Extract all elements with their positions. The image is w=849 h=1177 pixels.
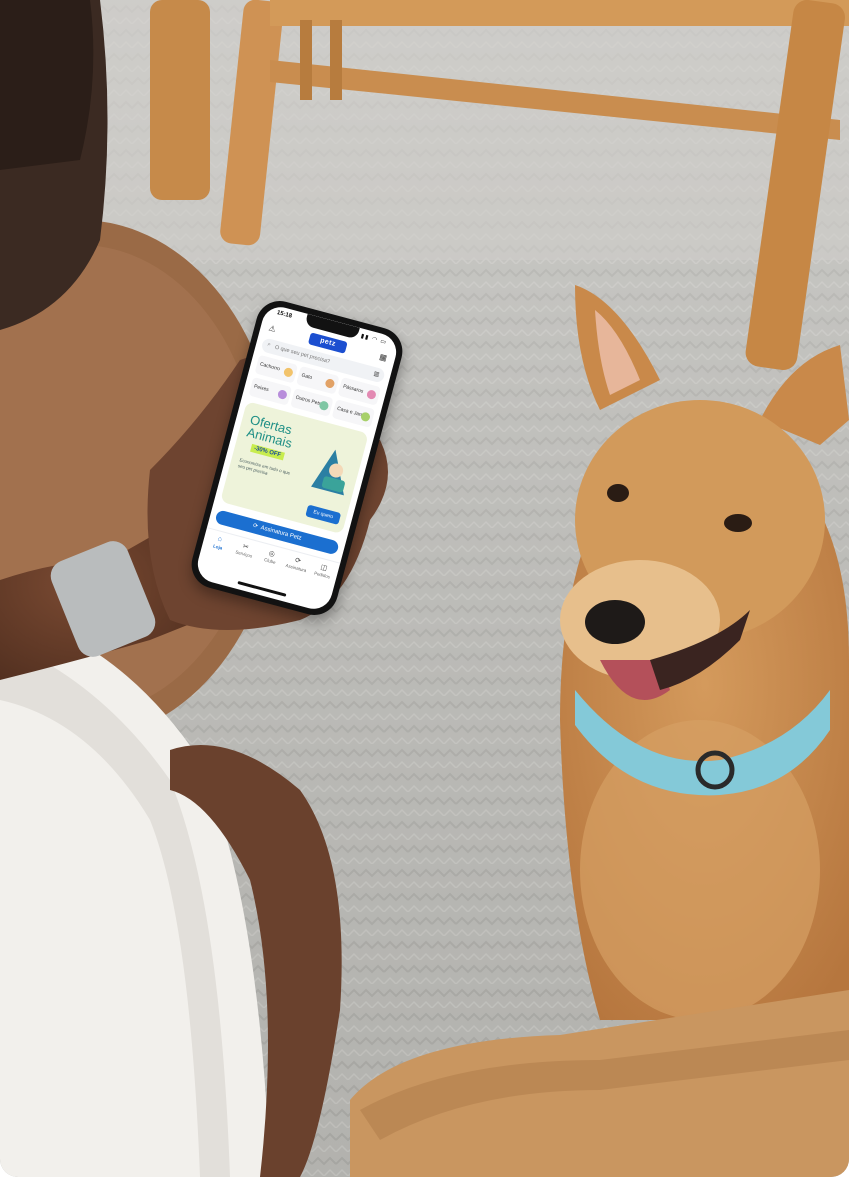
warning-icon[interactable]: ⚠ [268,323,277,334]
banner-subtitle: Economize em tudo o que seu pet precisa [237,457,291,476]
refresh-icon: ⟳ [252,522,259,531]
tab-label: Loja [212,543,223,551]
search-icon: ⌕ [266,341,272,349]
background-scene [0,0,849,1177]
bird-icon [365,389,377,401]
barcode-icon[interactable]: ▥ [373,370,380,378]
category-label: Peixes [253,383,270,394]
plant-icon [359,411,372,423]
cart-icon[interactable]: ▦ [378,352,388,363]
lifestyle-photo: 15:18 ▮▮ ◠ ▭ ⚠ petz ▦ ⌕ O que seu pet pr… [0,0,849,1177]
status-time: 15:18 [276,309,293,320]
category-label: Pássaros [342,383,364,395]
subscription-label: Assinatura Petz [259,525,303,542]
category-label: Outros Pets [294,394,322,408]
tab-orders[interactable]: ◫ Pedidos [306,560,338,590]
dog-icon [282,366,294,378]
home-indicator [237,580,287,597]
category-label: Gato [300,372,313,382]
fish-icon [276,389,288,401]
category-label: Cachorro [259,361,281,373]
cat-icon [324,377,336,389]
status-icons: ▮▮ ◠ ▭ [360,333,388,347]
banner-cta-button[interactable]: Eu quero [305,504,342,525]
hamster-icon [318,400,330,412]
